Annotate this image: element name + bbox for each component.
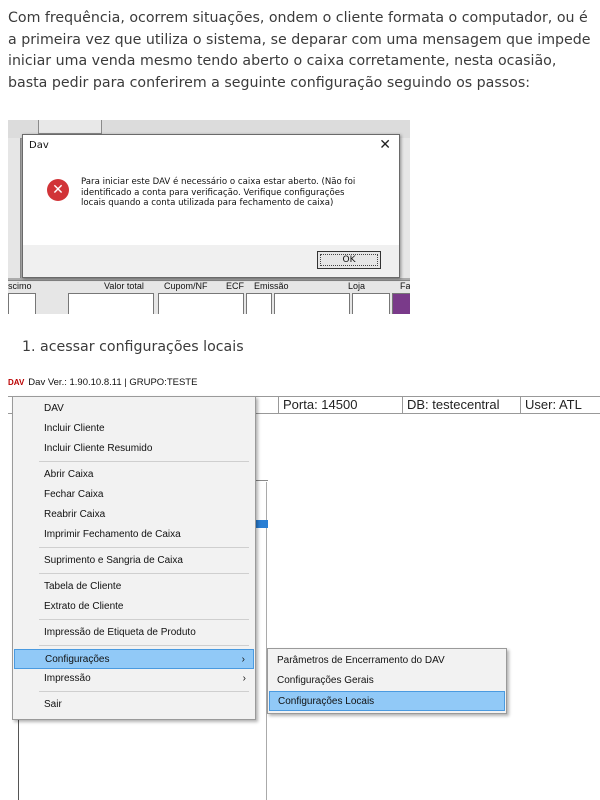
menu-item-suprimento-sangria[interactable]: Suprimento e Sangria de Caixa — [14, 551, 254, 571]
submenu-item-configuracoes-locais[interactable]: Configurações Locais — [269, 691, 505, 711]
menu-item-imprimir-fechamento[interactable]: Imprimir Fechamento de Caixa — [14, 525, 254, 545]
intro-paragraph: Com frequência, ocorrem situações, ondem… — [8, 10, 591, 91]
menu-item-incluir-cliente-resumido[interactable]: Incluir Cliente Resumido — [14, 439, 254, 459]
error-dialog: Dav ✕ ✕ Para iniciar este DAV é necessár… — [22, 134, 400, 278]
status-porta: Porta: 14500 — [278, 397, 403, 413]
menu-separator — [39, 573, 249, 574]
error-dialog-screenshot: scimo Valor total Cupom/NF ECF Emissão L… — [8, 120, 410, 314]
menu-separator — [39, 691, 249, 692]
dialog-titlebar: Dav ✕ — [23, 135, 399, 159]
ok-button[interactable]: OK — [317, 251, 381, 269]
context-menu: DAV Incluir Cliente Incluir Cliente Resu… — [12, 396, 256, 720]
step-1: 1. acessar configurações locais — [22, 339, 244, 355]
menu-item-sair[interactable]: Sair — [14, 695, 254, 715]
menu-item-impressao-etiqueta[interactable]: Impressão de Etiqueta de Produto — [14, 623, 254, 643]
col-header: Valor total — [104, 281, 144, 291]
col-header: scimo — [8, 281, 32, 291]
menu-item-fechar-caixa[interactable]: Fechar Caixa — [14, 485, 254, 505]
menu-item-reabrir-caixa[interactable]: Reabrir Caixa — [14, 505, 254, 525]
chevron-right-icon: › — [242, 673, 246, 684]
background-grid-header: scimo Valor total Cupom/NF ECF Emissão L… — [8, 280, 410, 314]
menu-item-dav[interactable]: DAV — [14, 399, 254, 419]
error-icon: ✕ — [47, 179, 69, 201]
col-header: Fa — [400, 281, 410, 291]
dav-logo: DAV — [8, 378, 25, 387]
menu-separator — [39, 461, 249, 462]
menu-item-tabela-cliente[interactable]: Tabela de Cliente — [14, 577, 254, 597]
window-title: DAV Dav Ver.: 1.90.10.8.11 | GRUPO:TESTE — [8, 374, 600, 392]
col-header: Loja — [348, 281, 366, 291]
status-user: User: ATL — [520, 397, 600, 413]
chevron-right-icon: › — [241, 654, 245, 665]
col-header: Emissão — [254, 281, 289, 291]
menu-separator — [39, 645, 249, 646]
status-db: DB: testecentral — [402, 397, 519, 413]
menu-item-configuracoes[interactable]: Configurações › — [14, 649, 254, 669]
menu-item-extrato-cliente[interactable]: Extrato de Cliente — [14, 597, 254, 617]
col-header: ECF — [226, 281, 244, 291]
col-header: Cupom/NF — [164, 281, 208, 291]
submenu-item-parametros-encerramento[interactable]: Parâmetros de Encerramento do DAV — [269, 651, 505, 671]
dialog-title: Dav — [29, 140, 49, 151]
menu-item-incluir-cliente[interactable]: Incluir Cliente — [14, 419, 254, 439]
configuracoes-submenu: Parâmetros de Encerramento do DAV Config… — [267, 648, 507, 714]
menu-separator — [39, 619, 249, 620]
close-icon[interactable]: ✕ — [379, 137, 391, 153]
window-title-text: Dav Ver.: 1.90.10.8.11 | GRUPO:TESTE — [28, 377, 198, 388]
dialog-message: Para iniciar este DAV é necessário o cai… — [81, 177, 356, 209]
menu-item-impressao[interactable]: Impressão › — [14, 669, 254, 689]
submenu-item-configuracoes-gerais[interactable]: Configurações Gerais — [269, 671, 505, 691]
menu-item-abrir-caixa[interactable]: Abrir Caixa — [14, 465, 254, 485]
dialog-body: ✕ Para iniciar este DAV é necessário o c… — [23, 159, 399, 245]
menu-screenshot: DAV Dav Ver.: 1.90.10.8.11 | GRUPO:TESTE … — [8, 374, 600, 800]
menu-separator — [39, 547, 249, 548]
